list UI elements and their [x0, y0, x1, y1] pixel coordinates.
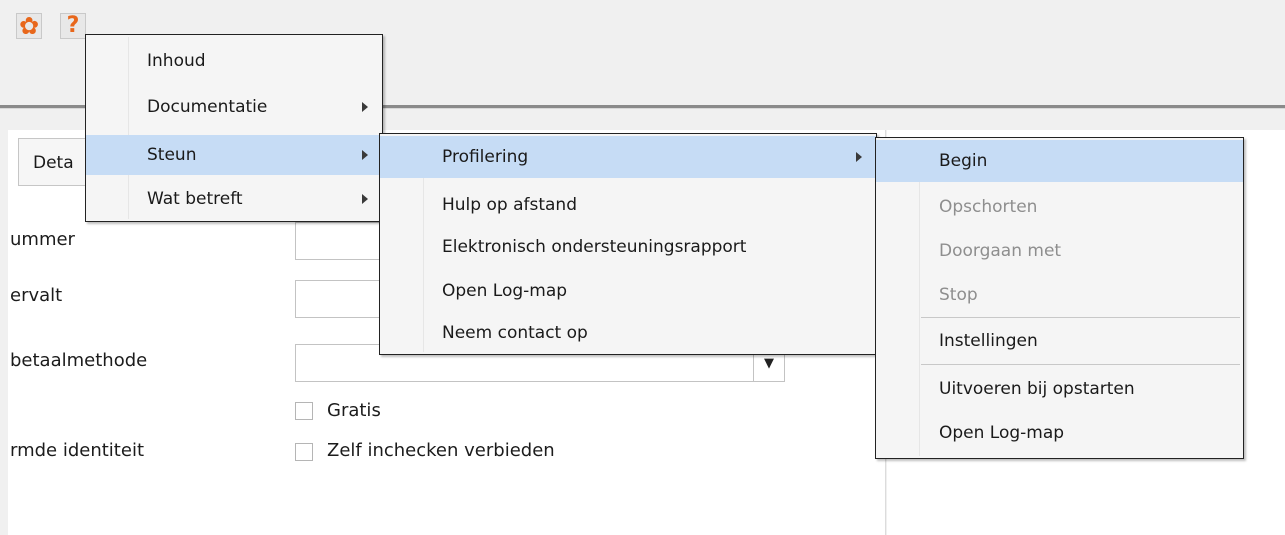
submenu-arrow-icon [362, 102, 368, 112]
submenu-arrow-icon [362, 194, 368, 204]
menu-item-profilering[interactable]: Profilering [380, 136, 876, 178]
menu-item-begin[interactable]: Begin [876, 140, 1243, 182]
menu-separator [921, 364, 1240, 365]
menu-item-label: Open Log-map [939, 423, 1065, 443]
menu-item-neem-contact-op[interactable]: Neem contact op [380, 312, 876, 354]
label-nummer: ummer [10, 229, 75, 250]
zelf-inchecken-checkbox[interactable] [295, 443, 313, 461]
menu-item-label: Begin [939, 151, 988, 171]
gratis-label: Gratis [327, 400, 381, 421]
menu-item-open-log-map[interactable]: Open Log-map [380, 270, 876, 312]
menu-item-label: Inhoud [147, 51, 206, 71]
menu-item-open-log-map[interactable]: Open Log-map [876, 412, 1243, 454]
menu-item-label: Instellingen [939, 331, 1038, 351]
menu-item-label: Uitvoeren bij opstarten [939, 379, 1135, 399]
menu-item-wat-betreft[interactable]: Wat betreft [86, 179, 382, 219]
zelf-inchecken-label: Zelf inchecken verbieden [327, 440, 555, 461]
menu-item-documentatie[interactable]: Documentatie [86, 87, 382, 127]
menu-item-label: Elektronisch ondersteuningsrapport [442, 237, 747, 257]
menu-item-label: Steun [147, 145, 197, 165]
menu-item-instellingen[interactable]: Instellingen [876, 320, 1243, 362]
submenu-arrow-icon [362, 150, 368, 160]
menu-item-label: Neem contact op [442, 323, 588, 343]
tab-label: Deta [33, 153, 74, 173]
menu-item-inhoud[interactable]: Inhoud [86, 41, 382, 81]
menu-item-hulp-op-afstand[interactable]: Hulp op afstand [380, 184, 876, 226]
menu-item-label: Profilering [442, 147, 529, 167]
submenu-arrow-icon [856, 152, 862, 162]
label-betaalmethode: betaalmethode [10, 350, 148, 371]
menu-separator [921, 317, 1240, 318]
menu-item-label: Documentatie [147, 97, 268, 117]
profilering-submenu: Begin Opschorten Doorgaan met Stop Inste… [875, 137, 1244, 459]
steun-submenu: Profilering Hulp op afstand Elektronisch… [379, 133, 877, 355]
menu-item-ondersteuningsrapport[interactable]: Elektronisch ondersteuningsrapport [380, 226, 876, 268]
gratis-checkbox[interactable] [295, 402, 313, 420]
menu-item-doorgaan-met: Doorgaan met [876, 230, 1243, 272]
menu-item-label: Hulp op afstand [442, 195, 577, 215]
menu-item-label: Stop [939, 285, 978, 305]
help-menu: Inhoud Documentatie Steun Wat betreft [85, 34, 383, 222]
menu-item-stop: Stop [876, 274, 1243, 316]
menu-item-label: Doorgaan met [939, 241, 1062, 261]
menu-item-label: Wat betreft [147, 189, 243, 209]
question-icon: ? [66, 13, 80, 38]
menu-item-uitvoeren-bij-opstarten[interactable]: Uitvoeren bij opstarten [876, 368, 1243, 410]
gear-icon: ✿ [18, 12, 40, 40]
help-button[interactable]: ? [60, 13, 86, 39]
label-vervalt: ervalt [10, 285, 63, 306]
label-identiteit: rmde identiteit [10, 440, 144, 461]
menu-item-label: Opschorten [939, 197, 1038, 217]
menu-item-steun[interactable]: Steun [86, 135, 382, 175]
menu-item-opschorten: Opschorten [876, 186, 1243, 228]
settings-button[interactable]: ✿ [16, 13, 42, 39]
menu-item-label: Open Log-map [442, 281, 568, 301]
